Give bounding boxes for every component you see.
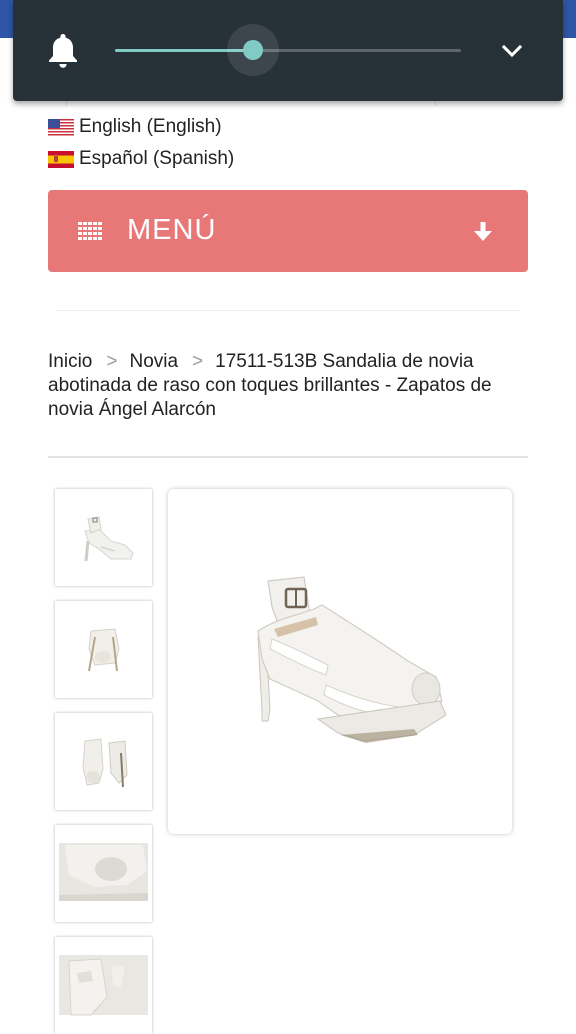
volume-slider[interactable]	[115, 24, 461, 76]
breadcrumb-separator: >	[106, 351, 118, 372]
product-thumbnail[interactable]	[55, 601, 152, 698]
shoe-side-image	[84, 516, 134, 562]
product-thumbnail[interactable]	[55, 489, 152, 586]
product-thumbnail[interactable]	[55, 937, 152, 1034]
grid-icon	[78, 222, 102, 240]
divider	[56, 310, 520, 311]
shoe-main-image	[257, 576, 447, 743]
shoe-detail-image	[59, 843, 148, 901]
shoe-front-image	[88, 628, 120, 672]
product-thumbnail[interactable]	[55, 825, 152, 922]
language-option-spanish[interactable]: Español (Spanish)	[48, 147, 234, 171]
shoe-detail-image	[59, 955, 148, 1016]
language-option-english[interactable]: English (English)	[48, 115, 222, 139]
divider	[48, 456, 528, 458]
shoe-pair-image	[82, 738, 128, 788]
spain-flag-icon	[48, 150, 74, 168]
breadcrumb-link-inicio[interactable]: Inicio	[48, 351, 92, 372]
language-label: Español (Spanish)	[79, 148, 235, 169]
arrow-down-icon	[473, 221, 493, 243]
us-flag-icon	[48, 118, 74, 136]
volume-panel	[13, 0, 563, 101]
menu-label: MENÚ	[127, 214, 217, 246]
chevron-down-icon[interactable]	[497, 38, 527, 64]
product-main-image[interactable]	[168, 489, 512, 834]
product-thumbnail[interactable]	[55, 713, 152, 810]
breadcrumb-separator: >	[192, 351, 204, 372]
language-label: English (English)	[79, 116, 222, 137]
menu-button[interactable]: MENÚ	[48, 190, 528, 272]
bell-icon[interactable]	[47, 32, 79, 70]
breadcrumb-link-novia[interactable]: Novia	[129, 351, 178, 372]
breadcrumb: Inicio > Novia >17511-513B Sandalia de novi…	[48, 350, 518, 422]
